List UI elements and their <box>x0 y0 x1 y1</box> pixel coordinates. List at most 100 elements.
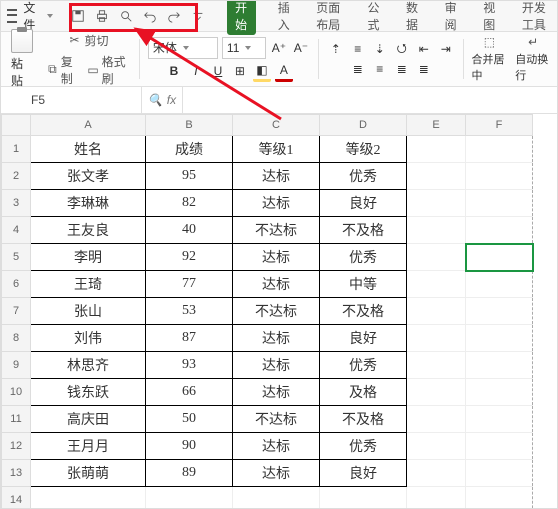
cell-B13[interactable]: 89 <box>146 460 233 487</box>
decrease-font-button[interactable]: A⁻ <box>292 39 310 57</box>
row-header-11[interactable]: 11 <box>2 406 31 433</box>
print-icon[interactable] <box>95 9 109 23</box>
cell-D1[interactable]: 等级2 <box>320 136 407 163</box>
cell-D7[interactable]: 不及格 <box>320 298 407 325</box>
increase-indent-button[interactable]: ⇥ <box>437 40 455 58</box>
copy-button[interactable]: ⧉复制 <box>45 52 81 88</box>
cell-E9[interactable] <box>407 352 466 379</box>
customize-qat-icon[interactable] <box>191 9 205 23</box>
font-color-button[interactable]: A <box>275 61 293 82</box>
column-header-D[interactable]: D <box>320 115 407 136</box>
paste-button[interactable]: 粘贴 <box>7 27 37 91</box>
cell-C14[interactable] <box>233 487 320 509</box>
cell-D4[interactable]: 不及格 <box>320 217 407 244</box>
align-top-button[interactable]: ⇡ <box>327 40 345 58</box>
row-header-14[interactable]: 14 <box>2 487 31 509</box>
wrap-text-button[interactable]: ↵ 自动换行 <box>515 35 551 83</box>
cell-E6[interactable] <box>407 271 466 298</box>
cell-E5[interactable] <box>407 244 466 271</box>
align-left-button[interactable]: ≣ <box>349 60 367 78</box>
tab-insert[interactable]: 插入 <box>274 0 295 35</box>
spreadsheet-grid[interactable]: ABCDEF1姓名成绩等级1等级22张文孝95达标优秀3李琳琳82达标良好4王友… <box>1 114 557 509</box>
menu-icon[interactable] <box>7 9 17 23</box>
italic-button[interactable]: I <box>187 62 205 80</box>
cell-B5[interactable]: 92 <box>146 244 233 271</box>
cell-F8[interactable] <box>466 325 533 352</box>
align-middle-button[interactable]: ≡ <box>349 40 367 58</box>
cell-E11[interactable] <box>407 406 466 433</box>
row-header-6[interactable]: 6 <box>2 271 31 298</box>
cell-A4[interactable]: 王友良 <box>31 217 146 244</box>
cell-C8[interactable]: 达标 <box>233 325 320 352</box>
column-header-C[interactable]: C <box>233 115 320 136</box>
column-header-A[interactable]: A <box>31 115 146 136</box>
cell-D6[interactable]: 中等 <box>320 271 407 298</box>
row-header-10[interactable]: 10 <box>2 379 31 406</box>
cell-A2[interactable]: 张文孝 <box>31 163 146 190</box>
cell-D11[interactable]: 不及格 <box>320 406 407 433</box>
file-dropdown-icon[interactable] <box>47 14 53 18</box>
cell-F12[interactable] <box>466 433 533 460</box>
cell-A11[interactable]: 高庆田 <box>31 406 146 433</box>
undo-icon[interactable] <box>143 9 157 23</box>
format-painter-button[interactable]: ▭格式刷 <box>85 52 131 88</box>
cell-D3[interactable]: 良好 <box>320 190 407 217</box>
cell-A3[interactable]: 李琳琳 <box>31 190 146 217</box>
cell-E2[interactable] <box>407 163 466 190</box>
cell-B8[interactable]: 87 <box>146 325 233 352</box>
cell-D10[interactable]: 及格 <box>320 379 407 406</box>
cell-C6[interactable]: 达标 <box>233 271 320 298</box>
column-header-E[interactable]: E <box>407 115 466 136</box>
cell-B6[interactable]: 77 <box>146 271 233 298</box>
redo-icon[interactable] <box>167 9 181 23</box>
cell-A14[interactable] <box>31 487 146 509</box>
cell-F9[interactable] <box>466 352 533 379</box>
cell-E7[interactable] <box>407 298 466 325</box>
cell-E4[interactable] <box>407 217 466 244</box>
print-preview-icon[interactable] <box>119 9 133 23</box>
cell-A10[interactable]: 钱东跃 <box>31 379 146 406</box>
cell-E8[interactable] <box>407 325 466 352</box>
cell-E13[interactable] <box>407 460 466 487</box>
cell-D5[interactable]: 优秀 <box>320 244 407 271</box>
cell-C3[interactable]: 达标 <box>233 190 320 217</box>
cell-B11[interactable]: 50 <box>146 406 233 433</box>
underline-button[interactable]: U <box>209 62 227 80</box>
cell-C1[interactable]: 等级1 <box>233 136 320 163</box>
bold-button[interactable]: B <box>165 62 183 80</box>
cell-D14[interactable] <box>320 487 407 509</box>
font-size-select[interactable]: 11 <box>222 37 266 59</box>
cell-F7[interactable] <box>466 298 533 325</box>
cell-B12[interactable]: 90 <box>146 433 233 460</box>
tab-view[interactable]: 视图 <box>479 0 500 35</box>
row-header-5[interactable]: 5 <box>2 244 31 271</box>
cell-B14[interactable] <box>146 487 233 509</box>
tab-data[interactable]: 数据 <box>402 0 423 35</box>
row-header-1[interactable]: 1 <box>2 136 31 163</box>
cell-F10[interactable] <box>466 379 533 406</box>
cell-C11[interactable]: 不达标 <box>233 406 320 433</box>
cell-A1[interactable]: 姓名 <box>31 136 146 163</box>
row-header-8[interactable]: 8 <box>2 325 31 352</box>
align-center-button[interactable]: ≡ <box>371 60 389 78</box>
decrease-indent-button[interactable]: ⇤ <box>415 40 433 58</box>
cell-D13[interactable]: 良好 <box>320 460 407 487</box>
cell-F1[interactable] <box>466 136 533 163</box>
row-header-4[interactable]: 4 <box>2 217 31 244</box>
borders-button[interactable]: ⊞ <box>231 62 249 80</box>
row-header-2[interactable]: 2 <box>2 163 31 190</box>
tab-developer[interactable]: 开发工具 <box>518 0 551 35</box>
cell-B7[interactable]: 53 <box>146 298 233 325</box>
cell-A6[interactable]: 王琦 <box>31 271 146 298</box>
cell-B10[interactable]: 66 <box>146 379 233 406</box>
cell-E12[interactable] <box>407 433 466 460</box>
cell-F6[interactable] <box>466 271 533 298</box>
align-bottom-button[interactable]: ⇣ <box>371 40 389 58</box>
fill-color-button[interactable]: ◧ <box>253 61 271 82</box>
name-box[interactable]: F5 <box>1 87 142 113</box>
cell-C7[interactable]: 不达标 <box>233 298 320 325</box>
cell-C13[interactable]: 达标 <box>233 460 320 487</box>
tab-review[interactable]: 审阅 <box>441 0 462 35</box>
row-header-9[interactable]: 9 <box>2 352 31 379</box>
row-header-3[interactable]: 3 <box>2 190 31 217</box>
